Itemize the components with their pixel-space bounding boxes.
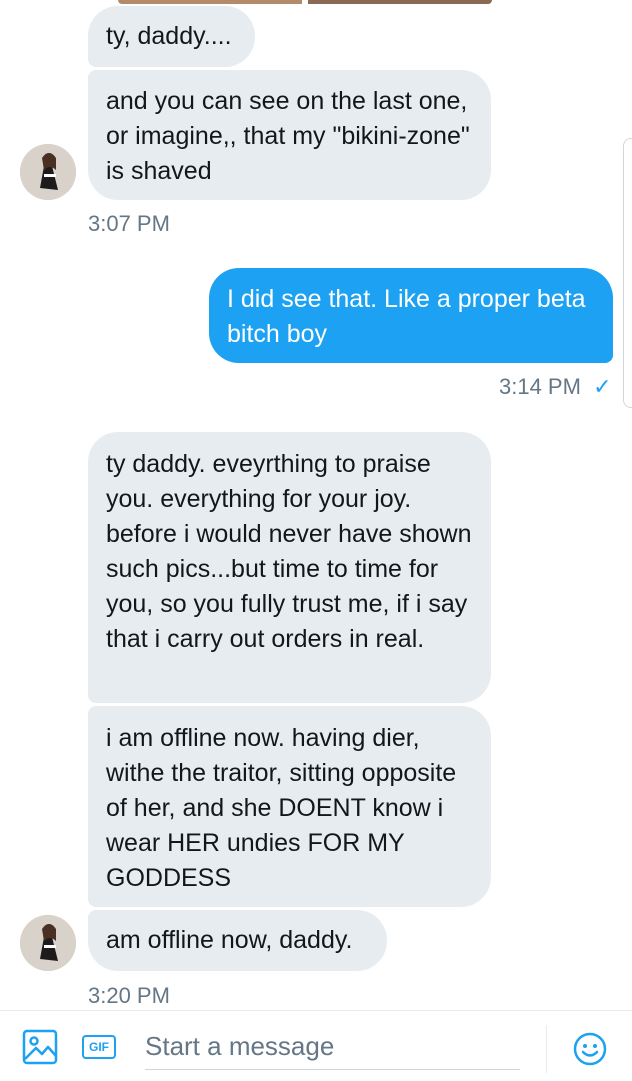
message-composer: GIF [0,1010,632,1081]
message-text: I did see that. Like a proper beta bitch… [227,285,586,348]
incoming-message[interactable]: ty daddy. eveyrthing to praise you. ever… [88,432,491,703]
emoji-icon[interactable] [572,1031,608,1067]
avatar-photo [20,915,76,971]
message-text: ty daddy. eveyrthing to praise you. ever… [106,450,472,653]
read-checkmark-icon: ✓ [593,374,612,399]
previous-media-edge [118,0,492,4]
message-text: and you can see on the last one, or imag… [106,87,470,185]
timestamp-text: 3:14 PM [499,374,581,399]
incoming-message[interactable]: i am offline now. having dier, withe the… [88,706,491,907]
timestamp: 3:07 PM [88,211,170,236]
incoming-message[interactable]: am offline now, daddy. [88,910,387,971]
composer-divider [546,1025,547,1073]
message-text: ty, daddy.... [106,22,232,50]
image-icon[interactable] [22,1029,58,1065]
timestamp: 3:20 PM [88,983,170,1008]
avatar[interactable] [20,144,76,200]
outgoing-message[interactable]: I did see that. Like a proper beta bitch… [209,268,613,363]
message-text: i am offline now. having dier, withe the… [106,724,457,892]
gif-icon[interactable]: GIF [82,1035,116,1059]
incoming-message[interactable]: ty, daddy.... [88,6,255,67]
scroll-indicator[interactable] [623,138,632,408]
avatar-photo [20,144,76,200]
gif-label: GIF [89,1040,109,1054]
message-input[interactable] [145,1023,520,1070]
message-text: am offline now, daddy. [106,926,353,954]
timestamp: 3:14 PM ✓ [499,374,612,400]
incoming-message[interactable]: and you can see on the last one, or imag… [88,70,491,200]
avatar[interactable] [20,915,76,971]
